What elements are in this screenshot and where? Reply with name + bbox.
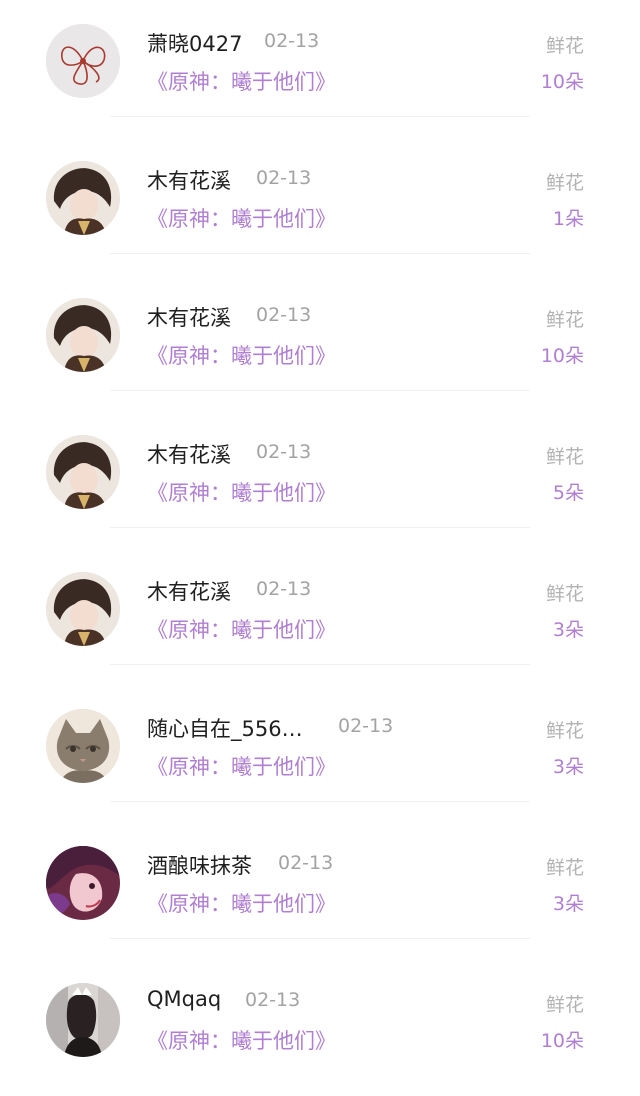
gift-list: 萧晓0427 02-13 《原神：曦于他们》 鲜花 10朵 木有花溪 02-13…: [0, 0, 640, 1071]
post-date: 02-13: [264, 30, 320, 52]
book-title-link[interactable]: 《原神：曦于他们》: [147, 340, 336, 370]
divider: [110, 253, 530, 254]
post-date: 02-13: [278, 852, 334, 874]
list-item[interactable]: 木有花溪 02-13 《原神：曦于他们》 鲜花 10朵: [0, 274, 640, 411]
divider: [110, 938, 530, 939]
anime-boy-avatar-icon: [46, 435, 120, 509]
user-name[interactable]: 萧晓0427: [147, 28, 242, 58]
gift-count: 10朵: [540, 71, 584, 93]
gift-type: 鲜花: [545, 35, 584, 57]
anime-boy-avatar-icon: [46, 161, 120, 235]
list-item[interactable]: 萧晓0427 02-13 《原神：曦于他们》 鲜花 10朵: [0, 0, 640, 137]
avatar[interactable]: [46, 298, 120, 372]
gift-count: 3朵: [552, 756, 584, 778]
avatar[interactable]: [46, 846, 120, 920]
divider: [110, 527, 530, 528]
post-date: 02-13: [338, 715, 394, 737]
gift-type: 鲜花: [545, 994, 584, 1016]
list-item[interactable]: 酒酿味抹茶 02-13 《原神：曦于他们》 鲜花 3朵: [0, 822, 640, 959]
book-title-link[interactable]: 《原神：曦于他们》: [147, 888, 336, 918]
gift-count: 10朵: [540, 1030, 584, 1052]
user-name[interactable]: QMqaq: [147, 987, 221, 1011]
user-name[interactable]: 酒酿味抹茶: [147, 850, 252, 880]
post-date: 02-13: [245, 989, 301, 1011]
list-item[interactable]: 木有花溪 02-13 《原神：曦于他们》 鲜花 3朵: [0, 548, 640, 685]
list-item[interactable]: QMqaq 02-13 《原神：曦于他们》 鲜花 10朵: [0, 959, 640, 1096]
gift-count: 3朵: [552, 619, 584, 641]
photo-avatar-icon: [46, 983, 120, 1057]
gift-type: 鲜花: [545, 172, 584, 194]
book-title-link[interactable]: 《原神：曦于他们》: [147, 477, 336, 507]
user-name[interactable]: 木有花溪: [147, 302, 231, 332]
gift-type: 鲜花: [545, 446, 584, 468]
gift-type: 鲜花: [545, 857, 584, 879]
flower-avatar-icon: [46, 24, 120, 98]
gift-type: 鲜花: [545, 720, 584, 742]
list-item[interactable]: 随心自在_556… 02-13 《原神：曦于他们》 鲜花 3朵: [0, 685, 640, 822]
gift-count: 5朵: [552, 482, 584, 504]
avatar[interactable]: [46, 24, 120, 98]
avatar[interactable]: [46, 161, 120, 235]
avatar[interactable]: [46, 572, 120, 646]
anime-boy-avatar-icon: [46, 572, 120, 646]
avatar[interactable]: [46, 435, 120, 509]
user-name[interactable]: 木有花溪: [147, 576, 231, 606]
divider: [110, 116, 530, 117]
cat-avatar-icon: [46, 709, 120, 783]
list-item[interactable]: 木有花溪 02-13 《原神：曦于他们》 鲜花 1朵: [0, 137, 640, 274]
user-name[interactable]: 木有花溪: [147, 165, 231, 195]
avatar[interactable]: [46, 709, 120, 783]
gift-type: 鲜花: [545, 583, 584, 605]
post-date: 02-13: [256, 578, 312, 600]
gift-count: 3朵: [552, 893, 584, 915]
book-title-link[interactable]: 《原神：曦于他们》: [147, 614, 336, 644]
anime-boy-avatar-icon: [46, 298, 120, 372]
post-date: 02-13: [256, 167, 312, 189]
book-title-link[interactable]: 《原神：曦于他们》: [147, 1025, 336, 1055]
gift-count: 10朵: [540, 345, 584, 367]
book-title-link[interactable]: 《原神：曦于他们》: [147, 66, 336, 96]
book-title-link[interactable]: 《原神：曦于他们》: [147, 203, 336, 233]
book-title-link[interactable]: 《原神：曦于他们》: [147, 751, 336, 781]
user-name[interactable]: 随心自在_556…: [147, 713, 303, 743]
post-date: 02-13: [256, 304, 312, 326]
anime-girl-avatar-icon: [46, 846, 120, 920]
divider: [110, 664, 530, 665]
list-item[interactable]: 木有花溪 02-13 《原神：曦于他们》 鲜花 5朵: [0, 411, 640, 548]
post-date: 02-13: [256, 441, 312, 463]
gift-type: 鲜花: [545, 309, 584, 331]
avatar[interactable]: [46, 983, 120, 1057]
gift-count: 1朵: [552, 208, 584, 230]
user-name[interactable]: 木有花溪: [147, 439, 231, 469]
divider: [110, 390, 530, 391]
divider: [110, 801, 530, 802]
